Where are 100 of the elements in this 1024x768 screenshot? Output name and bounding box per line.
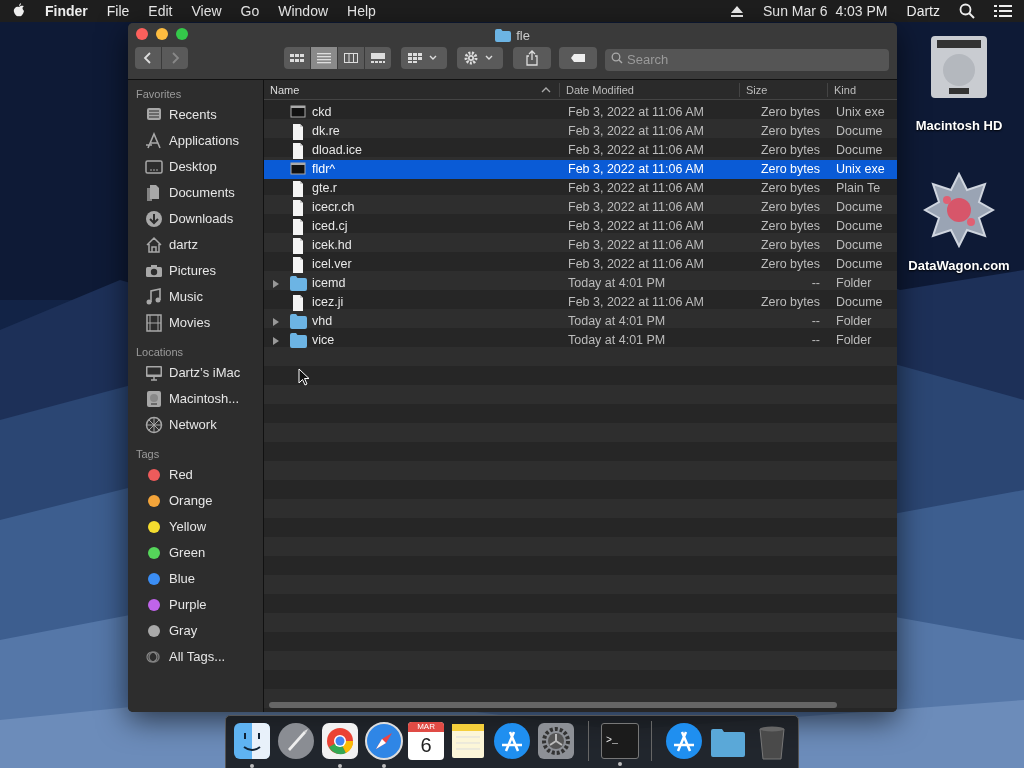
sidebar-item[interactable]: Blue xyxy=(169,569,196,589)
folder-icon xyxy=(495,29,512,43)
menu-item[interactable]: Finder xyxy=(45,0,88,22)
search-field[interactable]: Search xyxy=(605,48,889,71)
file-name: gte.r xyxy=(312,180,337,198)
sidebar-item[interactable]: Music xyxy=(169,287,203,307)
view-button[interactable] xyxy=(338,47,364,69)
terminal-icon[interactable]: >_ xyxy=(601,723,640,759)
app-store-icon[interactable] xyxy=(492,721,533,761)
zoom-button[interactable] xyxy=(176,28,188,40)
file-name: icemd xyxy=(312,275,346,293)
sidebar-item[interactable]: Gray xyxy=(169,621,198,641)
column-header[interactable]: Name xyxy=(270,82,300,97)
sidebar-heading: Favorites xyxy=(135,87,183,102)
sidebar-item[interactable]: Pictures xyxy=(169,261,216,281)
search-icon[interactable] xyxy=(959,3,975,19)
menu-item[interactable]: Edit xyxy=(148,0,173,22)
file-name: icek.hd xyxy=(312,237,352,255)
view-button[interactable] xyxy=(311,47,337,69)
globe-icon xyxy=(145,416,163,434)
menu-item[interactable]: File xyxy=(106,0,130,22)
chrome-icon[interactable] xyxy=(320,721,360,761)
view-button[interactable] xyxy=(284,47,310,69)
action-button[interactable] xyxy=(457,47,503,69)
apple-icon[interactable] xyxy=(12,3,26,19)
desktop-icon-label[interactable]: Macintosh HD xyxy=(915,116,1003,136)
file-row[interactable]: vhd Today at 4:01 PM -- Folder xyxy=(264,312,897,331)
size-cell-text: Zero bytes xyxy=(759,218,821,236)
sidebar-item[interactable]: Downloads xyxy=(169,209,234,229)
file-row[interactable]: fldr^ Feb 3, 2022 at 11:06 AM Zero bytes Unix exe xyxy=(264,160,897,179)
sidebar-item[interactable]: Orange xyxy=(169,491,213,511)
menu-item[interactable]: Go xyxy=(240,0,260,22)
sidebar-item[interactable]: Yellow xyxy=(169,517,207,537)
user-name[interactable]: Dartz xyxy=(906,0,940,22)
sidebar-item[interactable]: Applications xyxy=(169,131,240,151)
file-row[interactable]: dk.re Feb 3, 2022 at 11:06 AM Zero bytes Docume xyxy=(264,122,897,141)
clock[interactable]: Sun Mar 6 4:03 PM xyxy=(763,0,888,22)
file-row[interactable]: icemd Today at 4:01 PM -- Folder xyxy=(264,274,897,293)
tag-button[interactable] xyxy=(559,47,597,69)
size-cell-text: Zero bytes xyxy=(759,237,821,255)
sidebar-item[interactable]: All Tags... xyxy=(169,647,226,667)
close-button[interactable] xyxy=(136,28,148,40)
file-row[interactable]: icez.ji Feb 3, 2022 at 11:06 AM Zero bytes Docume xyxy=(264,293,897,312)
disclosure-triangle-icon[interactable] xyxy=(272,336,280,345)
column-header[interactable]: Date Modified xyxy=(566,82,634,97)
disclosure-triangle-icon[interactable] xyxy=(272,279,280,288)
star-logo-icon[interactable] xyxy=(923,170,995,250)
sidebar-item[interactable]: Red xyxy=(169,465,193,485)
eject-icon[interactable] xyxy=(730,4,745,18)
menu-item[interactable]: Help xyxy=(347,0,376,22)
sidebar-item[interactable]: Desktop xyxy=(169,157,217,177)
file-name: dload.ice xyxy=(312,142,363,160)
sidebar-item[interactable]: Recents xyxy=(169,105,217,125)
sidebar-item[interactable]: Movies xyxy=(169,313,211,333)
gallery-icon xyxy=(370,52,386,64)
desktop-icon-label[interactable]: DataWagon.com xyxy=(908,256,1010,276)
date-cell-text: Feb 3, 2022 at 11:06 AM xyxy=(567,237,705,255)
size-cell-text: -- xyxy=(810,275,821,293)
date-cell-text: Today at 4:01 PM xyxy=(567,332,667,350)
menu-item[interactable]: View xyxy=(191,0,222,22)
calendar-month: MAR xyxy=(408,722,445,732)
menu-item[interactable]: Window xyxy=(278,0,329,22)
file-row[interactable]: iced.cj Feb 3, 2022 at 11:06 AM Zero bytes Docume xyxy=(264,217,897,236)
group-button[interactable] xyxy=(401,47,447,69)
finder-face-icon[interactable] xyxy=(232,721,272,761)
file-row[interactable]: gte.r Feb 3, 2022 at 11:06 AM Zero bytes Plain Te xyxy=(264,179,897,198)
gear-icon[interactable] xyxy=(536,721,577,761)
view-button[interactable] xyxy=(365,47,391,69)
column-header[interactable]: Kind xyxy=(834,82,857,97)
calendar-icon[interactable]: MAR 6 xyxy=(408,722,445,760)
sidebar-item[interactable]: Purple xyxy=(169,595,207,615)
sidebar-item[interactable]: Dartz’s iMac xyxy=(169,363,241,383)
file-row[interactable]: ckd Feb 3, 2022 at 11:06 AM Zero bytes Unix exe xyxy=(264,103,897,122)
file-row[interactable]: dload.ice Feb 3, 2022 at 11:06 AM Zero bytes Docume xyxy=(264,141,897,160)
sidebar-item[interactable]: Documents xyxy=(169,183,235,203)
file-row[interactable]: vice Today at 4:01 PM -- Folder xyxy=(264,331,897,350)
scrollbar[interactable] xyxy=(269,702,837,708)
minimize-button[interactable] xyxy=(156,28,168,40)
search-icon xyxy=(611,52,623,64)
menu-icon[interactable] xyxy=(994,4,1012,18)
share-button[interactable] xyxy=(513,47,551,69)
applications-icon xyxy=(145,132,163,150)
kind-cell-text: Unix exe xyxy=(835,104,886,122)
file-row[interactable]: icel.ver Feb 3, 2022 at 11:06 AM Zero bytes Docume xyxy=(264,255,897,274)
size-cell-text: Zero bytes xyxy=(759,256,821,274)
file-row[interactable]: icek.hd Feb 3, 2022 at 11:06 AM Zero bytes Docume xyxy=(264,236,897,255)
sidebar-item[interactable]: Green xyxy=(169,543,206,563)
app-store-icon[interactable] xyxy=(664,721,704,761)
compass-icon[interactable] xyxy=(364,721,404,761)
back-button[interactable] xyxy=(135,47,161,69)
column-header[interactable]: Size xyxy=(746,82,768,97)
file-name: ckd xyxy=(312,104,332,122)
size-cell-text: Zero bytes xyxy=(759,180,821,198)
file-row[interactable]: icecr.ch Feb 3, 2022 at 11:06 AM Zero bytes Docume xyxy=(264,198,897,217)
sidebar-item[interactable]: Macintosh... xyxy=(169,389,240,409)
sidebar-item[interactable]: Network xyxy=(169,415,217,435)
sidebar-item[interactable]: dartz xyxy=(169,235,198,255)
sidebar-heading: Tags xyxy=(135,447,161,462)
disclosure-triangle-icon[interactable] xyxy=(272,317,280,326)
date-cell-text: Feb 3, 2022 at 11:06 AM xyxy=(567,199,705,217)
